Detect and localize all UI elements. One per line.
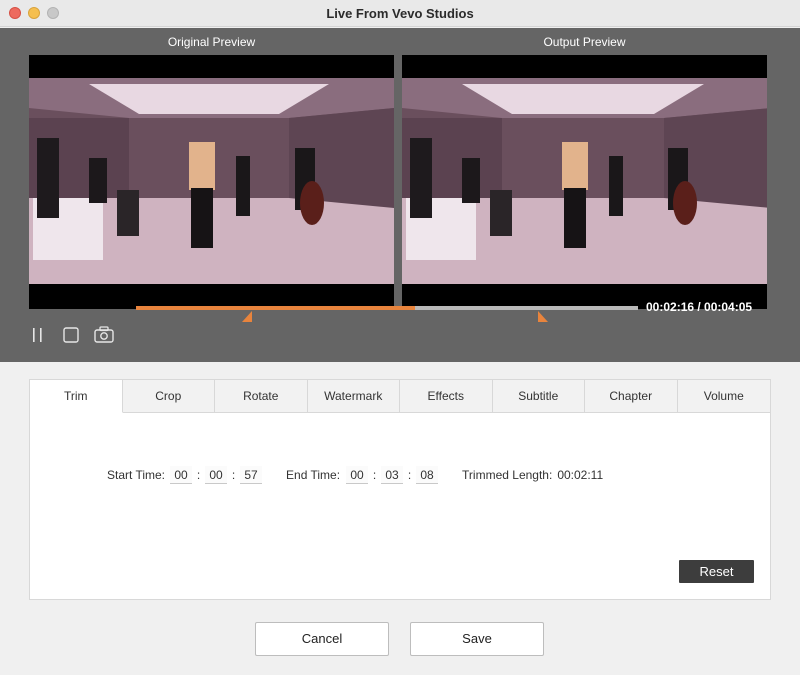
original-preview-video — [29, 55, 394, 309]
time-readout: 00:02:16 / 00:04:05 — [646, 300, 753, 314]
playback-progress-fill — [136, 306, 415, 310]
tab-trim[interactable]: Trim — [30, 380, 123, 413]
trim-row: Start Time: 00 : 00 : 57 End Time: 00 : … — [107, 466, 603, 484]
tab-subtitle[interactable]: Subtitle — [492, 380, 585, 413]
title-bar: Live From Vevo Studios — [0, 0, 800, 27]
pause-icon[interactable] — [31, 327, 45, 348]
output-preview-label: Output Preview — [543, 35, 626, 49]
tab-effects[interactable]: Effects — [400, 380, 493, 413]
trim-end-handle[interactable] — [537, 311, 548, 322]
colon-separator: : — [407, 468, 412, 482]
edit-panel: Trim Crop Rotate Watermark Effects Subti… — [29, 379, 771, 600]
window-title: Live From Vevo Studios — [326, 6, 474, 21]
colon-separator: : — [372, 468, 377, 482]
colon-separator: : — [196, 468, 201, 482]
edit-tabs: Trim Crop Rotate Watermark Effects Subti… — [30, 380, 770, 413]
stop-icon[interactable] — [63, 327, 79, 348]
tab-volume[interactable]: Volume — [677, 380, 770, 413]
trimmed-length-label: Trimmed Length: — [462, 468, 553, 482]
tab-chapter[interactable]: Chapter — [585, 380, 678, 413]
tab-rotate[interactable]: Rotate — [215, 380, 308, 413]
end-time-label: End Time: — [286, 468, 341, 482]
reset-button[interactable]: Reset — [679, 560, 754, 583]
start-hours-field[interactable]: 00 — [170, 466, 193, 484]
end-hours-field[interactable]: 00 — [346, 466, 369, 484]
trim-start-handle[interactable] — [242, 311, 253, 322]
cancel-button[interactable]: Cancel — [255, 622, 389, 656]
tab-watermark[interactable]: Watermark — [307, 380, 400, 413]
save-button[interactable]: Save — [410, 622, 544, 656]
original-preview-label: Original Preview — [167, 35, 256, 49]
start-minutes-field[interactable]: 00 — [205, 466, 228, 484]
trimmed-length-value: 00:02:11 — [557, 468, 604, 482]
end-seconds-field[interactable]: 08 — [416, 466, 439, 484]
camera-icon[interactable] — [94, 326, 114, 348]
output-preview-video — [402, 55, 767, 309]
timeline-track[interactable] — [136, 306, 638, 310]
start-seconds-field[interactable]: 57 — [240, 466, 263, 484]
colon-separator: : — [231, 468, 236, 482]
end-minutes-field[interactable]: 03 — [381, 466, 404, 484]
tab-crop[interactable]: Crop — [122, 380, 215, 413]
start-time-label: Start Time: — [107, 468, 166, 482]
